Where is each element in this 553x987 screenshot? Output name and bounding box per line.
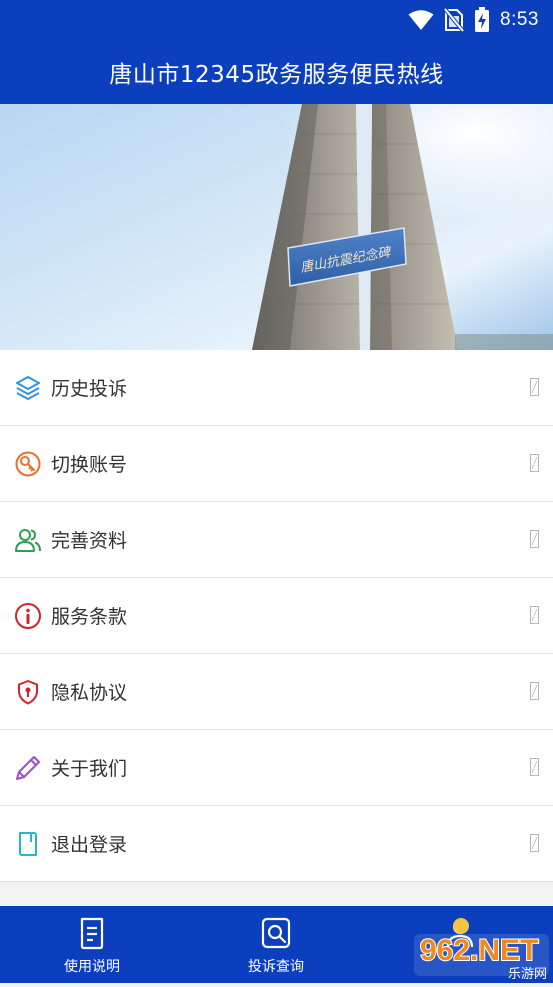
nav-item-complaint-query[interactable]: 投诉查询 — [184, 906, 368, 983]
menu-item-logout[interactable]: 退出登录 — [0, 806, 553, 882]
menu-item-label: 隐私协议 — [51, 682, 128, 704]
chevron-right-icon — [530, 378, 539, 396]
chevron-right-icon — [530, 530, 539, 548]
key-icon — [14, 450, 42, 478]
banner-image: 唐山抗震纪念碑 — [0, 104, 553, 350]
menu-item-complete-profile[interactable]: 完善资料 — [0, 502, 553, 578]
document-icon — [14, 830, 42, 858]
users-icon — [14, 526, 42, 554]
pencil-icon — [14, 754, 42, 782]
chevron-right-icon — [530, 454, 539, 472]
menu-item-history-complaints[interactable]: 历史投诉 — [0, 350, 553, 426]
menu-item-label: 切换账号 — [51, 454, 128, 476]
menu-item-label: 完善资料 — [51, 530, 128, 552]
nav-label: 投诉查询 — [248, 959, 304, 975]
status-icons: 8:53 — [408, 6, 539, 34]
menu-item-label: 服务条款 — [51, 606, 128, 628]
chevron-right-icon — [530, 682, 539, 700]
menu-item-about-us[interactable]: 关于我们 — [0, 730, 553, 806]
menu-list: 历史投诉 切换账号 完善资料 服务条款 隐私协议 关于我们 退出登录 — [0, 350, 553, 882]
shield-icon — [14, 678, 42, 706]
no-sim-icon — [444, 8, 465, 32]
menu-item-switch-account[interactable]: 切换账号 — [0, 426, 553, 502]
menu-item-label: 退出登录 — [51, 834, 128, 856]
layers-icon — [14, 374, 42, 402]
nav-item-user-guide[interactable]: 使用说明 — [0, 906, 184, 983]
app-header: 唐山市12345政务服务便民热线 — [0, 40, 553, 104]
chevron-right-icon — [530, 758, 539, 776]
chevron-right-icon — [530, 834, 539, 852]
battery-charging-icon — [475, 7, 490, 32]
status-bar: 8:53 — [0, 0, 553, 40]
manual-icon — [80, 917, 104, 950]
chevron-right-icon — [530, 606, 539, 624]
menu-item-label: 关于我们 — [51, 758, 128, 780]
search-icon — [261, 917, 291, 949]
menu-item-label: 历史投诉 — [51, 378, 128, 400]
page-title: 唐山市12345政务服务便民热线 — [109, 62, 444, 88]
menu-item-terms-of-service[interactable]: 服务条款 — [0, 578, 553, 654]
bottom-nav: 使用说明 投诉查询 — [0, 906, 553, 983]
monument-illustration: 唐山抗震纪念碑 — [0, 104, 553, 350]
wifi-icon — [408, 10, 434, 30]
nav-label: 使用说明 — [64, 959, 120, 975]
nav-item-user-center[interactable] — [368, 906, 552, 983]
menu-item-privacy-policy[interactable]: 隐私协议 — [0, 654, 553, 730]
user-icon — [446, 919, 474, 948]
clock: 8:53 — [500, 9, 539, 30]
info-icon — [14, 602, 42, 630]
